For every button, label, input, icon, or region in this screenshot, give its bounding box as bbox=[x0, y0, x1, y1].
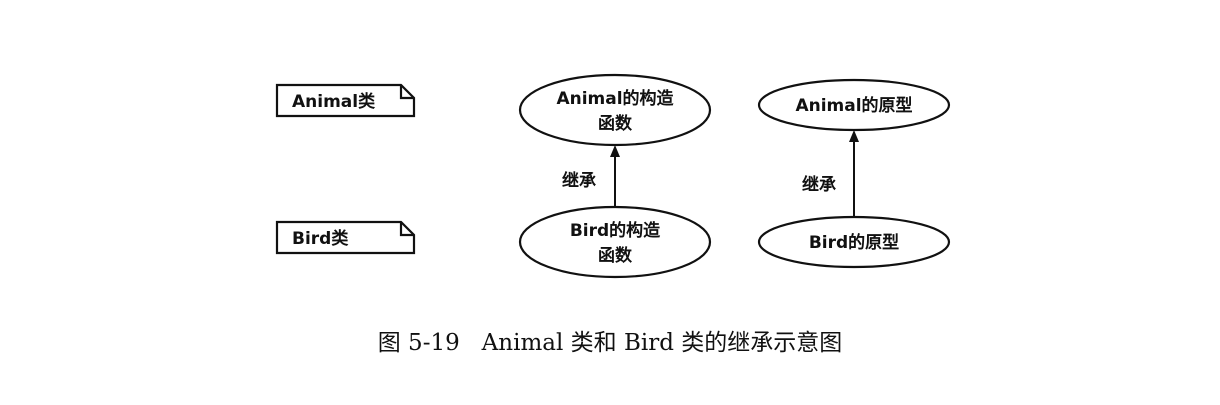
inheritance-diagram: Animal类 Bird类 Animal的构造 函数 Bird的构造 函数 An… bbox=[275, 73, 951, 356]
animal-class-label: Animal类 bbox=[292, 91, 376, 112]
bird-prototype-node: Bird的原型 bbox=[757, 215, 951, 269]
animal-prototype-label: Animal的原型 bbox=[795, 95, 912, 116]
constructor-inherit-label: 继承 bbox=[562, 170, 596, 191]
bird-constructor-label-line1: Bird的构造 bbox=[570, 220, 661, 241]
bird-class-label: Bird类 bbox=[292, 228, 349, 249]
animal-constructor-label-line1: Animal的构造 bbox=[556, 88, 674, 109]
prototype-inherit-label: 继承 bbox=[802, 174, 836, 195]
prototype-inherit-arrow bbox=[849, 130, 859, 217]
figure-caption: 图 5-19 Animal 类和 Bird 类的继承示意图 bbox=[378, 330, 842, 356]
animal-constructor-node: Animal的构造 函数 bbox=[518, 73, 712, 147]
bird-class-note: Bird类 bbox=[275, 220, 416, 255]
animal-constructor-label-line2: 函数 bbox=[598, 113, 633, 134]
bird-constructor-node: Bird的构造 函数 bbox=[518, 205, 712, 279]
bird-constructor-label-line2: 函数 bbox=[598, 245, 633, 266]
bird-prototype-label: Bird的原型 bbox=[809, 232, 899, 253]
animal-prototype-node: Animal的原型 bbox=[757, 78, 951, 132]
constructor-inherit-arrow bbox=[610, 145, 620, 207]
animal-class-note: Animal类 bbox=[275, 83, 416, 118]
